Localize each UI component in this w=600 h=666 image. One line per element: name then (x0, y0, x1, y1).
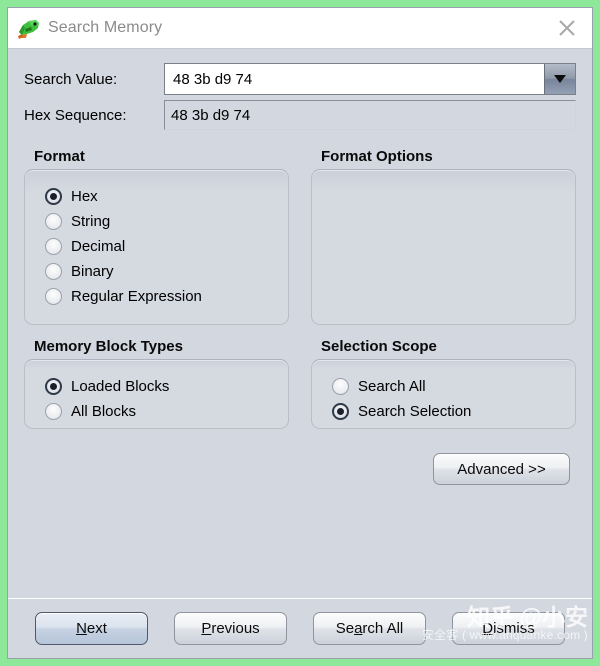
format-options-group (311, 169, 576, 325)
search-value-combo[interactable]: 48 3b d9 74 (164, 63, 576, 95)
advanced-button[interactable]: Advanced >> (433, 453, 570, 485)
radio-format-binary[interactable]: Binary (45, 259, 288, 284)
dismiss-button[interactable]: Dismiss (452, 612, 565, 645)
search-all-button[interactable]: Search All (313, 612, 426, 645)
next-button-mnemonic: N (76, 620, 87, 637)
search-value-row: Search Value: 48 3b d9 74 (24, 63, 576, 95)
upper-groups-row: Format Hex String Decimal Binary Regular… (8, 135, 592, 325)
next-button[interactable]: Next (35, 612, 148, 645)
selection-scope-group: Search All Search Selection (311, 359, 576, 429)
radio-search-all[interactable]: Search All (332, 374, 575, 399)
memory-block-types-group-title: Memory Block Types (34, 338, 183, 355)
radio-label: Regular Expression (71, 288, 202, 305)
selection-scope-group-title: Selection Scope (321, 338, 437, 355)
format-column: Format Hex String Decimal Binary Regular… (24, 135, 289, 325)
radio-label: Decimal (71, 238, 126, 255)
radio-icon[interactable] (45, 263, 62, 280)
format-options-column: Format Options (311, 135, 576, 325)
ghidra-dragon-icon (16, 16, 42, 40)
radio-icon-selected[interactable] (45, 188, 62, 205)
radio-icon-selected[interactable] (332, 403, 349, 420)
lower-groups-row: Memory Block Types Loaded Blocks All Blo… (8, 325, 592, 429)
radio-icon[interactable] (45, 403, 62, 420)
hex-sequence-row: Hex Sequence: 48 3b d9 74 (24, 100, 576, 130)
search-all-button-label: rch All (362, 620, 404, 637)
advanced-button-row: Advanced >> (8, 429, 592, 485)
radio-format-string[interactable]: String (45, 209, 288, 234)
memory-block-types-column: Memory Block Types Loaded Blocks All Blo… (24, 325, 289, 429)
radio-search-selection[interactable]: Search Selection (332, 399, 575, 424)
radio-icon[interactable] (45, 213, 62, 230)
radio-format-regular-expression[interactable]: Regular Expression (45, 284, 288, 309)
title-bar: Search Memory (8, 8, 592, 49)
radio-label: Binary (71, 263, 114, 280)
dismiss-button-label: ismiss (493, 620, 535, 637)
hex-sequence-label: Hex Sequence: (24, 106, 127, 124)
previous-button-label: revious (211, 620, 260, 637)
radio-label: String (71, 213, 111, 230)
radio-icon[interactable] (332, 378, 349, 395)
dialog-content: Search Value: 48 3b d9 74 Hex Sequence: … (8, 49, 592, 658)
search-input[interactable]: 48 3b d9 74 (165, 64, 544, 94)
edge-artifact (0, 362, 7, 376)
radio-icon-selected[interactable] (45, 378, 62, 395)
dismiss-button-mnemonic: D (482, 620, 494, 637)
chevron-down-icon[interactable] (544, 64, 575, 94)
radio-format-hex[interactable]: Hex (45, 184, 288, 209)
radio-icon[interactable] (45, 288, 62, 305)
selection-scope-column: Selection Scope Search All Search Select… (311, 325, 576, 429)
radio-label: Loaded Blocks (71, 378, 170, 395)
close-icon[interactable] (552, 13, 582, 43)
search-all-button-pre: Se (335, 620, 355, 637)
radio-label: Search Selection (358, 403, 472, 420)
radio-icon[interactable] (45, 238, 62, 255)
radio-all-blocks[interactable]: All Blocks (45, 399, 288, 424)
next-button-label: ext (86, 620, 107, 637)
radio-label: All Blocks (71, 403, 137, 420)
previous-button[interactable]: Previous (174, 612, 287, 645)
window-title: Search Memory (48, 19, 163, 36)
search-memory-dialog: Search Memory Search Value: 48 3b d9 74 … (7, 7, 593, 659)
radio-loaded-blocks[interactable]: Loaded Blocks (45, 374, 288, 399)
radio-label: Hex (71, 188, 98, 205)
memory-block-types-group: Loaded Blocks All Blocks (24, 359, 289, 429)
format-group: Hex String Decimal Binary Regular Expres… (24, 169, 289, 325)
search-fields: Search Value: 48 3b d9 74 Hex Sequence: … (8, 49, 592, 130)
format-options-group-title: Format Options (321, 148, 433, 165)
hex-sequence-value: 48 3b d9 74 (164, 100, 576, 130)
previous-button-mnemonic: P (201, 620, 212, 637)
radio-label: Search All (358, 378, 426, 395)
search-value-label: Search Value: (24, 70, 118, 88)
format-group-title: Format (34, 148, 85, 165)
radio-format-decimal[interactable]: Decimal (45, 234, 288, 259)
dialog-button-bar: Next Previous Search All Dismiss (8, 598, 592, 658)
